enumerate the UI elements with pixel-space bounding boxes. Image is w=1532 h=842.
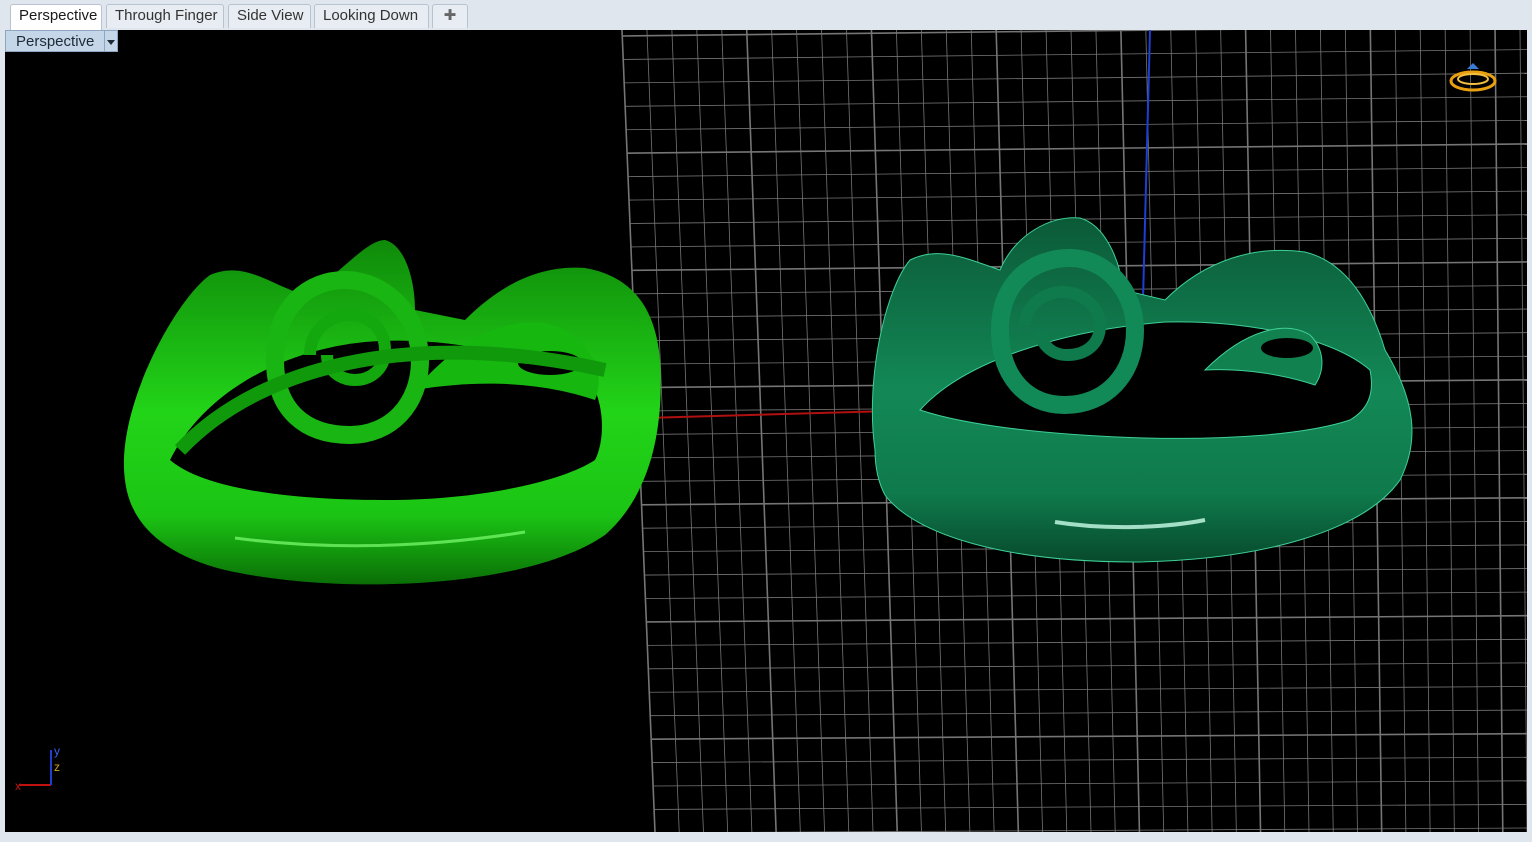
x-axis-label: x xyxy=(15,779,21,793)
chevron-down-icon[interactable] xyxy=(104,30,119,52)
viewport-title[interactable]: Perspective xyxy=(5,30,105,52)
plus-icon: ✚ xyxy=(443,7,457,24)
axis-tripod: x y z xyxy=(15,744,60,793)
y-axis-label: y xyxy=(54,744,60,758)
perspective-viewport[interactable]: x y z xyxy=(5,30,1527,832)
tab-through-finger[interactable]: Through Finger xyxy=(106,4,224,28)
tab-side-view[interactable]: Side View xyxy=(228,4,311,28)
add-tab-button[interactable]: ✚ xyxy=(432,4,468,28)
tab-looking-down[interactable]: Looking Down xyxy=(314,4,429,28)
viewport-tab-bar: Perspective Through Finger Side View Loo… xyxy=(0,0,1532,30)
viewport-title-bar[interactable]: Perspective xyxy=(5,30,119,52)
viewport-canvas[interactable]: x y z xyxy=(5,30,1527,832)
tab-perspective[interactable]: Perspective xyxy=(10,4,102,30)
ring-model-shaded[interactable] xyxy=(123,240,661,585)
ring-gem-icon[interactable] xyxy=(1449,63,1497,92)
ring-model-rendered[interactable] xyxy=(871,217,1413,563)
z-axis-label: z xyxy=(54,760,60,774)
